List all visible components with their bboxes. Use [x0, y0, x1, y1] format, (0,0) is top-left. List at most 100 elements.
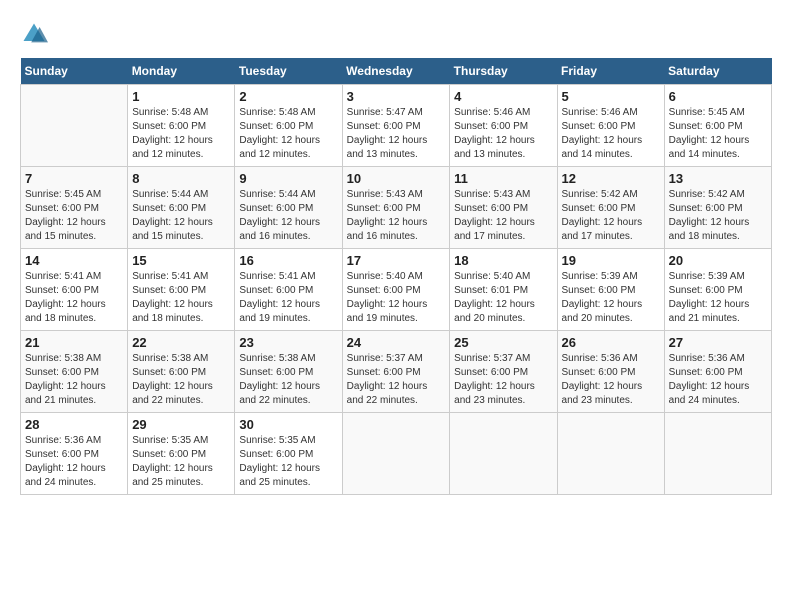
day-number: 5 — [562, 89, 660, 104]
day-info: Sunrise: 5:44 AMSunset: 6:00 PMDaylight:… — [239, 188, 337, 244]
week-row-2: 7 Sunrise: 5:45 AMSunset: 6:00 PMDaylight… — [21, 167, 772, 249]
calendar-cell: 19 Sunrise: 5:39 AMSunset: 6:00 PMDayligh… — [557, 249, 664, 331]
day-info: Sunrise: 5:48 AMSunset: 6:00 PMDaylight:… — [132, 106, 230, 162]
calendar-cell: 4 Sunrise: 5:46 AMSunset: 6:00 PMDaylight… — [450, 85, 557, 167]
header-day-sunday: Sunday — [21, 58, 128, 85]
calendar-cell — [557, 413, 664, 495]
calendar-cell: 10Sunrise: 5:43 AMSunset: 6:00 PMDayligh… — [342, 167, 450, 249]
day-info: Sunrise: 5:36 AMSunset: 6:00 PMDaylight:… — [25, 434, 123, 490]
day-number: 24 — [347, 335, 446, 350]
header-day-saturday: Saturday — [664, 58, 771, 85]
calendar-cell: 17 Sunrise: 5:40 AMSunset: 6:00 PMDayligh… — [342, 249, 450, 331]
calendar-cell: 13 Sunrise: 5:42 AMSunset: 6:00 PMDayligh… — [664, 167, 771, 249]
day-number: 20 — [669, 253, 767, 268]
calendar-cell: 24 Sunrise: 5:37 AMSunset: 6:00 PMDayligh… — [342, 331, 450, 413]
calendar-cell: 21 Sunrise: 5:38 AMSunset: 6:00 PMDayligh… — [21, 331, 128, 413]
day-info: Sunrise: 5:42 AMSunset: 6:00 PMDaylight:… — [562, 188, 660, 244]
calendar-cell: 11 Sunrise: 5:43 AMSunset: 6:00 PMDayligh… — [450, 167, 557, 249]
day-info: Sunrise: 5:41 AMSunset: 6:00 PMDaylight:… — [132, 270, 230, 326]
calendar-cell: 5 Sunrise: 5:46 AMSunset: 6:00 PMDaylight… — [557, 85, 664, 167]
day-number: 4 — [454, 89, 552, 104]
calendar-cell: 2 Sunrise: 5:48 AMSunset: 6:00 PMDaylight… — [235, 85, 342, 167]
calendar-cell: 26Sunrise: 5:36 AMSunset: 6:00 PMDayligh… — [557, 331, 664, 413]
day-info: Sunrise: 5:36 AMSunset: 6:00 PMDaylight:… — [562, 352, 660, 408]
day-info: Sunrise: 5:40 AMSunset: 6:00 PMDaylight:… — [347, 270, 446, 326]
day-number: 23 — [239, 335, 337, 350]
logo — [20, 20, 50, 48]
calendar-cell: 14Sunrise: 5:41 AMSunset: 6:00 PMDayligh… — [21, 249, 128, 331]
day-info: Sunrise: 5:45 AMSunset: 6:00 PMDaylight:… — [25, 188, 123, 244]
day-number: 15 — [132, 253, 230, 268]
day-number: 25 — [454, 335, 552, 350]
day-number: 6 — [669, 89, 767, 104]
calendar-cell: 8 Sunrise: 5:44 AMSunset: 6:00 PMDaylight… — [128, 167, 235, 249]
calendar-cell: 20 Sunrise: 5:39 AMSunset: 6:00 PMDayligh… — [664, 249, 771, 331]
day-info: Sunrise: 5:46 AMSunset: 6:00 PMDaylight:… — [454, 106, 552, 162]
day-info: Sunrise: 5:37 AMSunset: 6:00 PMDaylight:… — [454, 352, 552, 408]
day-number: 28 — [25, 417, 123, 432]
day-info: Sunrise: 5:38 AMSunset: 6:00 PMDaylight:… — [25, 352, 123, 408]
day-number: 29 — [132, 417, 230, 432]
calendar-cell: 28 Sunrise: 5:36 AMSunset: 6:00 PMDayligh… — [21, 413, 128, 495]
day-number: 2 — [239, 89, 337, 104]
day-info: Sunrise: 5:48 AMSunset: 6:00 PMDaylight:… — [239, 106, 337, 162]
day-number: 17 — [347, 253, 446, 268]
calendar-header: SundayMondayTuesdayWednesdayThursdayFrid… — [21, 58, 772, 85]
day-number: 14 — [25, 253, 123, 268]
day-number: 3 — [347, 89, 446, 104]
day-number: 9 — [239, 171, 337, 186]
calendar-cell: 12Sunrise: 5:42 AMSunset: 6:00 PMDayligh… — [557, 167, 664, 249]
calendar-cell: 1 Sunrise: 5:48 AMSunset: 6:00 PMDaylight… — [128, 85, 235, 167]
calendar-cell: 16Sunrise: 5:41 AMSunset: 6:00 PMDayligh… — [235, 249, 342, 331]
calendar-cell: 30 Sunrise: 5:35 AMSunset: 6:00 PMDayligh… — [235, 413, 342, 495]
day-info: Sunrise: 5:45 AMSunset: 6:00 PMDaylight:… — [669, 106, 767, 162]
day-info: Sunrise: 5:39 AMSunset: 6:00 PMDaylight:… — [562, 270, 660, 326]
calendar-cell: 15 Sunrise: 5:41 AMSunset: 6:00 PMDayligh… — [128, 249, 235, 331]
header-day-monday: Monday — [128, 58, 235, 85]
logo-icon — [20, 20, 48, 48]
calendar-body: 1 Sunrise: 5:48 AMSunset: 6:00 PMDaylight… — [21, 85, 772, 495]
day-info: Sunrise: 5:36 AMSunset: 6:00 PMDaylight:… — [669, 352, 767, 408]
day-info: Sunrise: 5:37 AMSunset: 6:00 PMDaylight:… — [347, 352, 446, 408]
day-info: Sunrise: 5:41 AMSunset: 6:00 PMDaylight:… — [239, 270, 337, 326]
calendar-cell — [21, 85, 128, 167]
day-number: 21 — [25, 335, 123, 350]
day-number: 11 — [454, 171, 552, 186]
day-number: 13 — [669, 171, 767, 186]
header-day-friday: Friday — [557, 58, 664, 85]
calendar-cell: 25 Sunrise: 5:37 AMSunset: 6:00 PMDayligh… — [450, 331, 557, 413]
header-day-tuesday: Tuesday — [235, 58, 342, 85]
week-row-5: 28 Sunrise: 5:36 AMSunset: 6:00 PMDayligh… — [21, 413, 772, 495]
day-number: 10 — [347, 171, 446, 186]
header-row: SundayMondayTuesdayWednesdayThursdayFrid… — [21, 58, 772, 85]
calendar-table: SundayMondayTuesdayWednesdayThursdayFrid… — [20, 58, 772, 495]
day-number: 8 — [132, 171, 230, 186]
calendar-cell — [450, 413, 557, 495]
day-info: Sunrise: 5:47 AMSunset: 6:00 PMDaylight:… — [347, 106, 446, 162]
day-info: Sunrise: 5:38 AMSunset: 6:00 PMDaylight:… — [239, 352, 337, 408]
day-info: Sunrise: 5:43 AMSunset: 6:00 PMDaylight:… — [454, 188, 552, 244]
day-number: 30 — [239, 417, 337, 432]
calendar-cell — [342, 413, 450, 495]
calendar-cell: 23 Sunrise: 5:38 AMSunset: 6:00 PMDayligh… — [235, 331, 342, 413]
calendar-cell: 3 Sunrise: 5:47 AMSunset: 6:00 PMDaylight… — [342, 85, 450, 167]
header-day-thursday: Thursday — [450, 58, 557, 85]
day-info: Sunrise: 5:44 AMSunset: 6:00 PMDaylight:… — [132, 188, 230, 244]
day-number: 27 — [669, 335, 767, 350]
day-info: Sunrise: 5:40 AMSunset: 6:01 PMDaylight:… — [454, 270, 552, 326]
day-info: Sunrise: 5:35 AMSunset: 6:00 PMDaylight:… — [132, 434, 230, 490]
calendar-cell: 6 Sunrise: 5:45 AMSunset: 6:00 PMDaylight… — [664, 85, 771, 167]
calendar-cell — [664, 413, 771, 495]
day-info: Sunrise: 5:46 AMSunset: 6:00 PMDaylight:… — [562, 106, 660, 162]
day-number: 18 — [454, 253, 552, 268]
day-info: Sunrise: 5:42 AMSunset: 6:00 PMDaylight:… — [669, 188, 767, 244]
day-info: Sunrise: 5:38 AMSunset: 6:00 PMDaylight:… — [132, 352, 230, 408]
day-info: Sunrise: 5:35 AMSunset: 6:00 PMDaylight:… — [239, 434, 337, 490]
week-row-3: 14 Sunrise: 5:41 AMSunset: 6:00 PMDayligh… — [21, 249, 772, 331]
day-number: 19 — [562, 253, 660, 268]
calendar-cell: 9 Sunrise: 5:44 AMSunset: 6:00 PMDaylight… — [235, 167, 342, 249]
day-number: 1 — [132, 89, 230, 104]
calendar-cell: 29 Sunrise: 5:35 AMSunset: 6:00 PMDayligh… — [128, 413, 235, 495]
day-number: 7 — [25, 171, 123, 186]
day-info: Sunrise: 5:39 AMSunset: 6:00 PMDaylight:… — [669, 270, 767, 326]
